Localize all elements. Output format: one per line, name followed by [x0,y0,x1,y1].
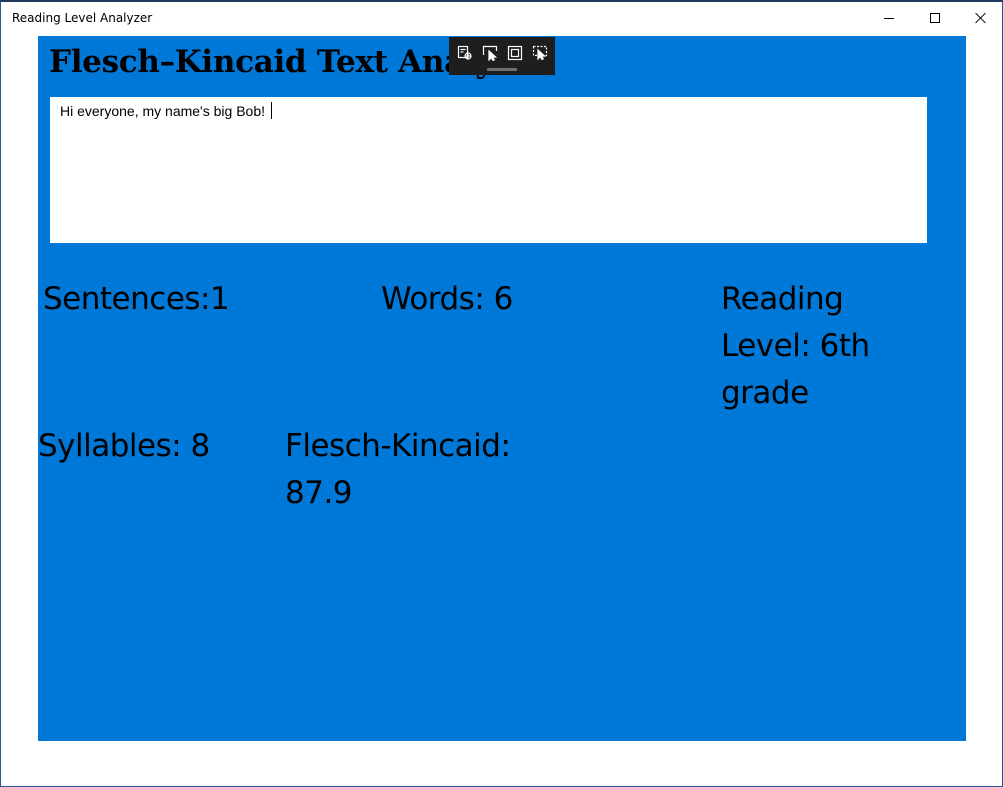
toolbar-grip[interactable] [487,68,517,71]
text-input[interactable] [50,97,927,243]
select-element-icon[interactable] [479,43,501,63]
maximize-button[interactable] [912,2,958,34]
close-button[interactable] [958,2,1002,34]
live-visual-tree-icon[interactable] [454,43,476,63]
minimize-icon [884,17,894,19]
close-icon [975,12,987,24]
window-title: Reading Level Analyzer [12,11,153,25]
syllables-count: Syllables: 8 [38,428,210,464]
app-content: Flesch–Kincaid Text Analyzer Sentences:1… [38,36,966,741]
title-bar[interactable]: Reading Level Analyzer [1,2,1002,34]
maximize-icon [930,13,940,23]
minimize-button[interactable] [866,2,912,34]
flesch-kincaid-score: Flesch-Kincaid: 87.9 [285,428,511,511]
sentences-count: Sentences:1 [43,281,230,317]
words-count: Words: 6 [381,281,513,317]
app-window: Reading Level Analyzer Flesch–Kincaid Te… [0,0,1003,787]
debug-toolbar[interactable] [449,37,555,75]
text-caret [271,102,272,119]
track-focused-element-icon[interactable] [529,43,551,63]
display-layout-adorners-icon[interactable] [504,43,526,63]
reading-level: Reading Level: 6th grade [721,281,870,411]
